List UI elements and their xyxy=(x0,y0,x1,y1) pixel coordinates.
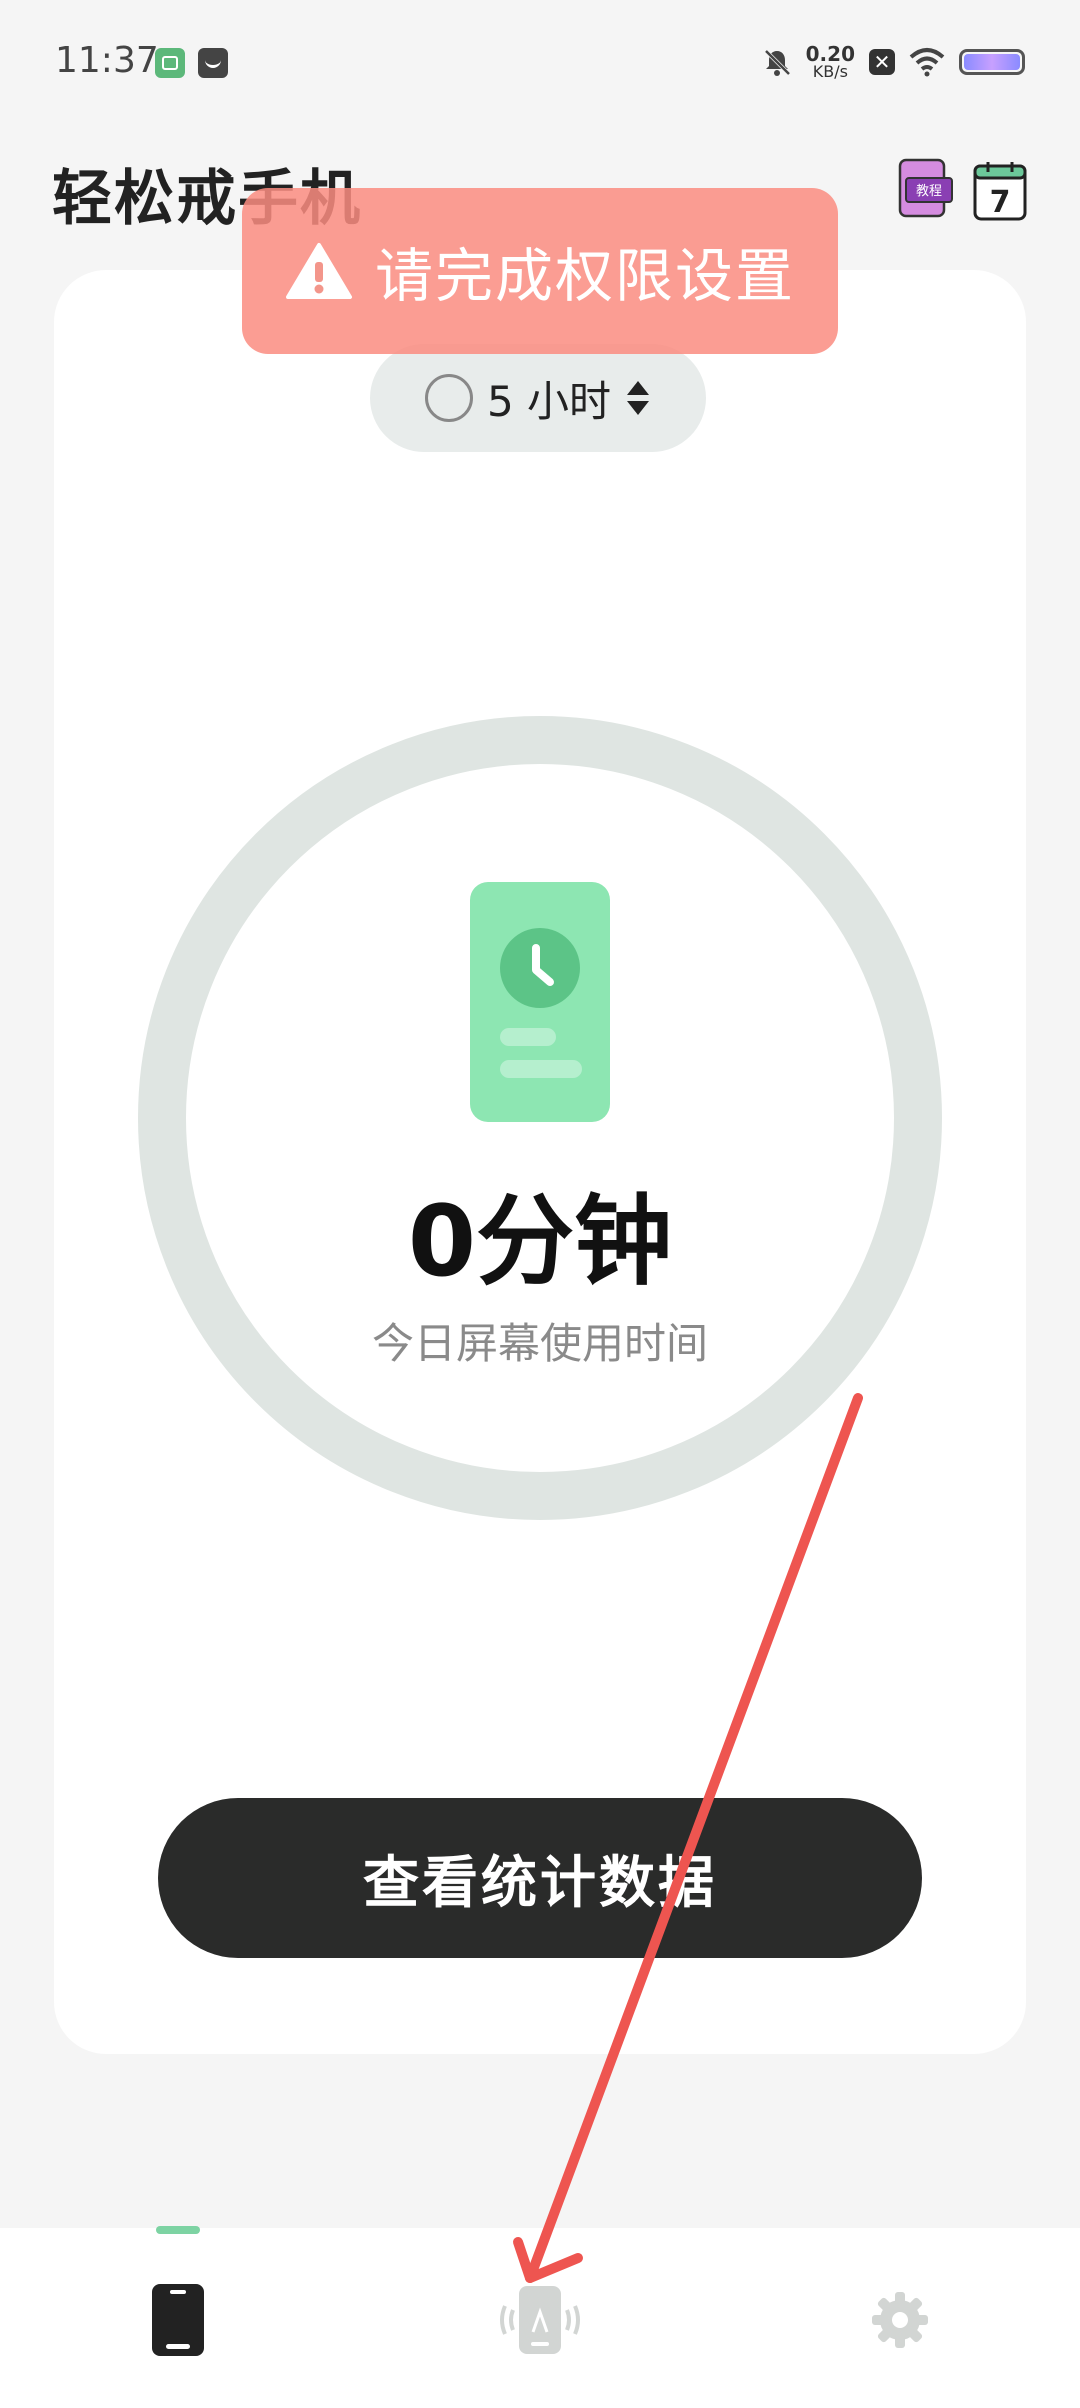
message-icon xyxy=(198,48,228,78)
net-speed: 0.20 KB/s xyxy=(806,44,855,80)
status-icons: 0.20 KB/s ✕ xyxy=(762,42,1025,82)
status-bar: 11:37 0.20 KB/s ✕ xyxy=(0,0,1080,120)
wifi-icon xyxy=(909,48,945,77)
view-stats-button[interactable]: 查看统计数据 xyxy=(158,1798,922,1958)
status-time: 11:37 xyxy=(55,40,159,81)
nav-tab-settings[interactable] xyxy=(850,2270,950,2370)
phone-tab-icon xyxy=(152,2284,204,2356)
usage-caption: 今日屏幕使用时间 xyxy=(371,1319,708,1368)
close-box-icon: ✕ xyxy=(869,49,895,75)
sort-icon xyxy=(627,381,650,415)
calendar-day: 7 xyxy=(990,185,1011,220)
battery-icon xyxy=(959,49,1025,75)
nav-tab-focus[interactable] xyxy=(490,2270,590,2370)
focus-tab-icon xyxy=(500,2286,580,2354)
usage-value: 0分钟 xyxy=(407,1185,673,1299)
permission-toast: 请完成权限设置 xyxy=(242,188,838,354)
app-notification-icon xyxy=(155,48,185,78)
bell-muted-icon xyxy=(764,49,791,76)
tutorial-icon-label: 教程 xyxy=(916,183,942,199)
nav-active-indicator xyxy=(156,2226,200,2234)
net-speed-value: 0.20 xyxy=(805,42,855,66)
duration-selector[interactable]: 5 小时 xyxy=(370,344,706,452)
net-speed-unit: KB/s xyxy=(812,62,848,81)
duration-value: 5 小时 xyxy=(486,376,612,426)
nav-tab-phone[interactable] xyxy=(128,2270,228,2370)
toast-text: 请完成权限设置 xyxy=(374,242,795,310)
tutorial-icon[interactable]: 教程 xyxy=(898,158,954,222)
calendar-icon[interactable]: 7 xyxy=(972,160,1028,222)
duration-radio[interactable] xyxy=(424,374,473,422)
warning-icon xyxy=(285,243,352,299)
phone-clock-icon xyxy=(466,880,614,1128)
settings-tab-icon xyxy=(872,2292,928,2348)
